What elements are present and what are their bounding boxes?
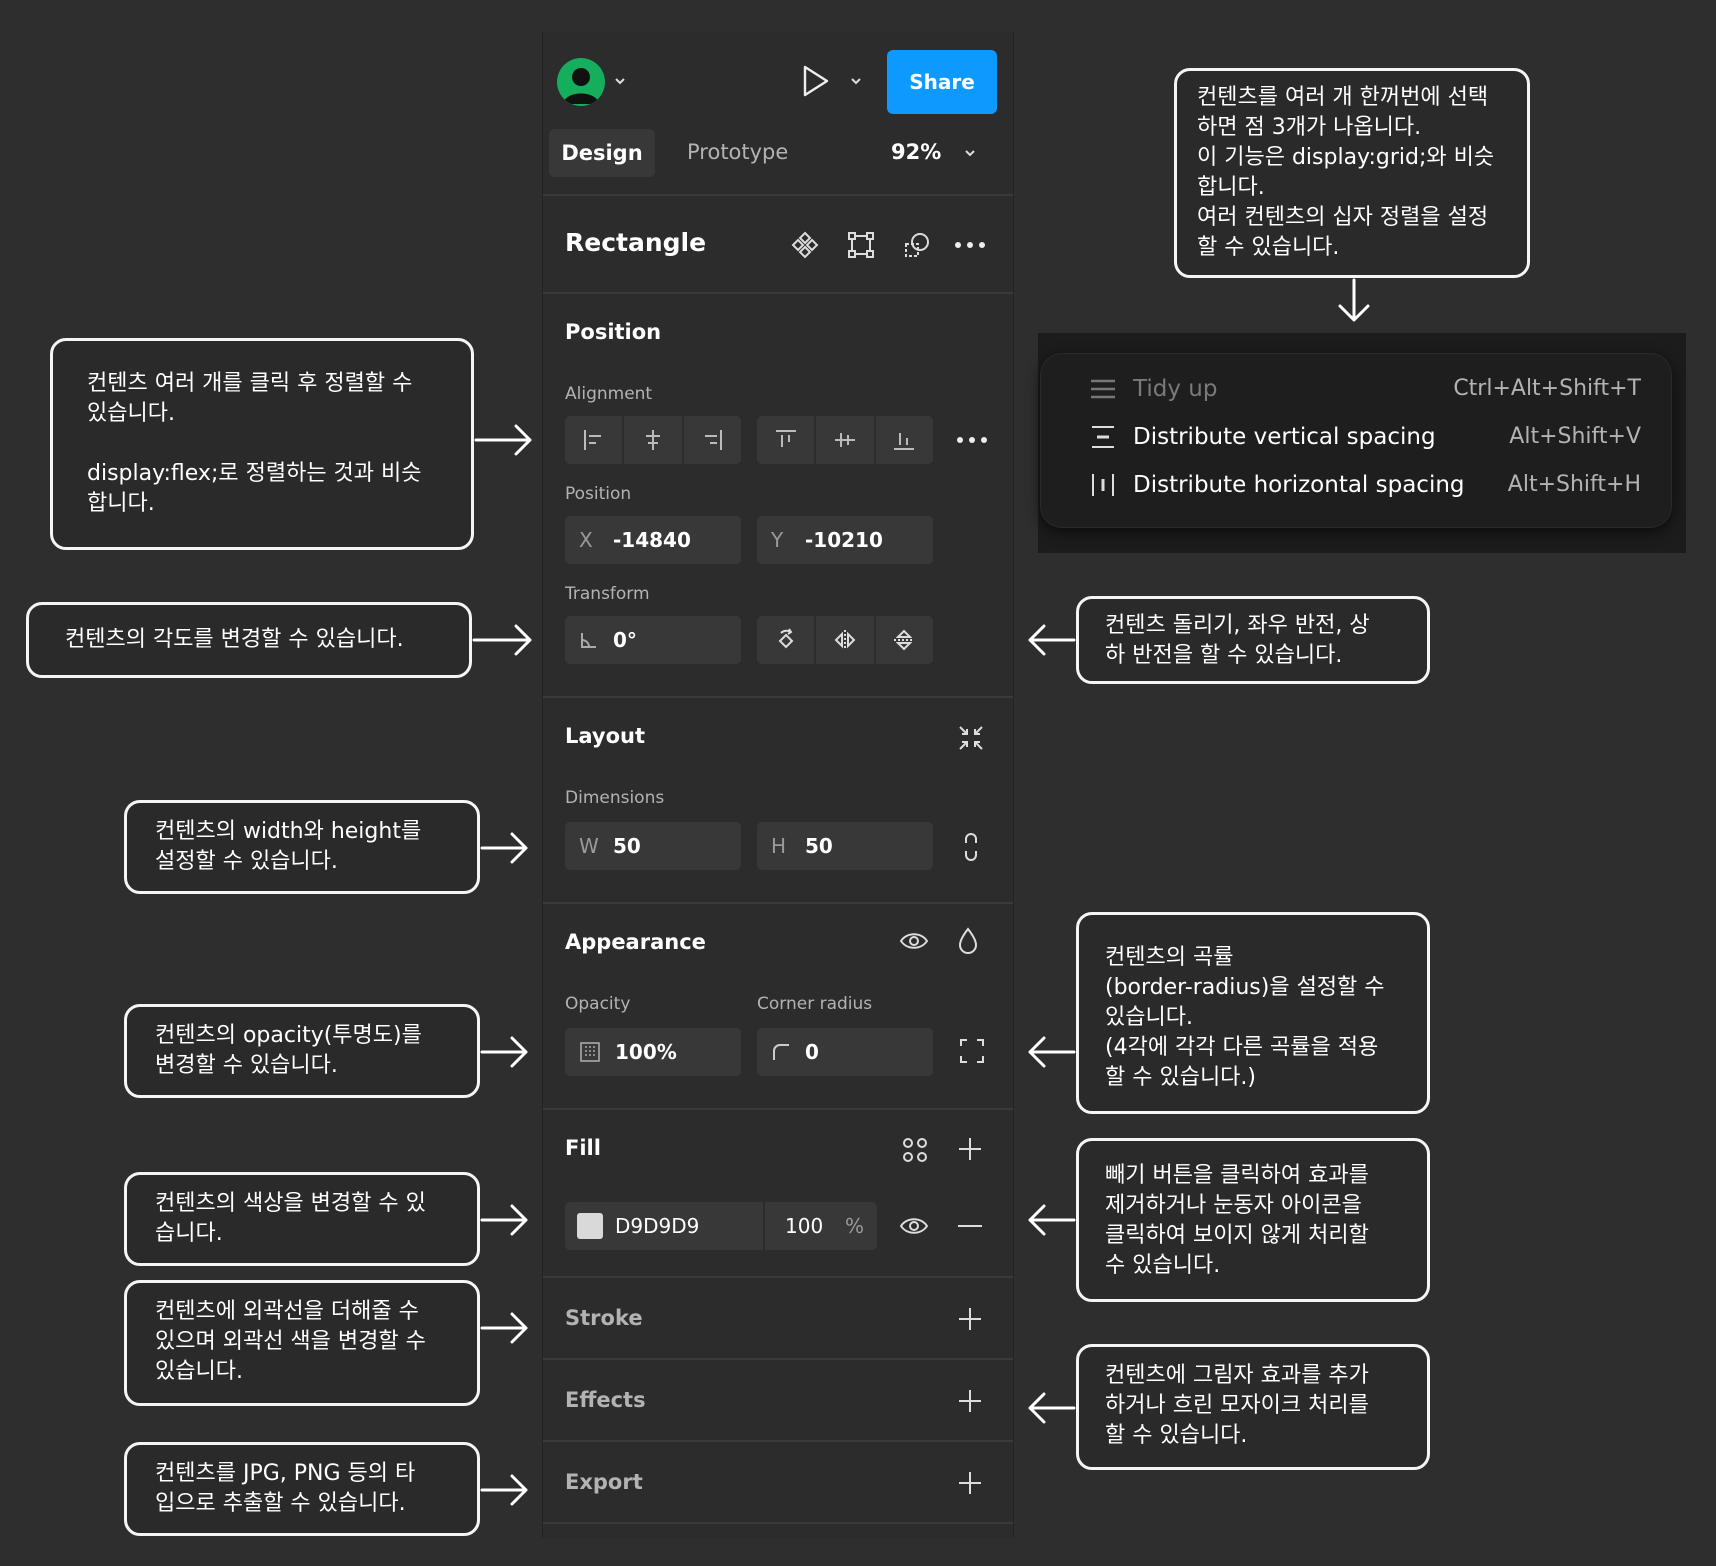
arrow-right [480,1474,528,1506]
arrow-right [480,1312,528,1344]
arrow-right [480,1204,528,1236]
arrow-left [1028,1204,1076,1236]
annotation-arrows [472,278,1370,1506]
arrow-left [1028,624,1076,656]
arrow-right [474,424,532,456]
arrow-down [1338,278,1370,322]
arrow-right [480,1036,528,1068]
arrow-left [1028,1036,1076,1068]
arrow-left [1028,1392,1076,1424]
arrow-right [472,624,532,656]
arrow-right [480,832,528,864]
